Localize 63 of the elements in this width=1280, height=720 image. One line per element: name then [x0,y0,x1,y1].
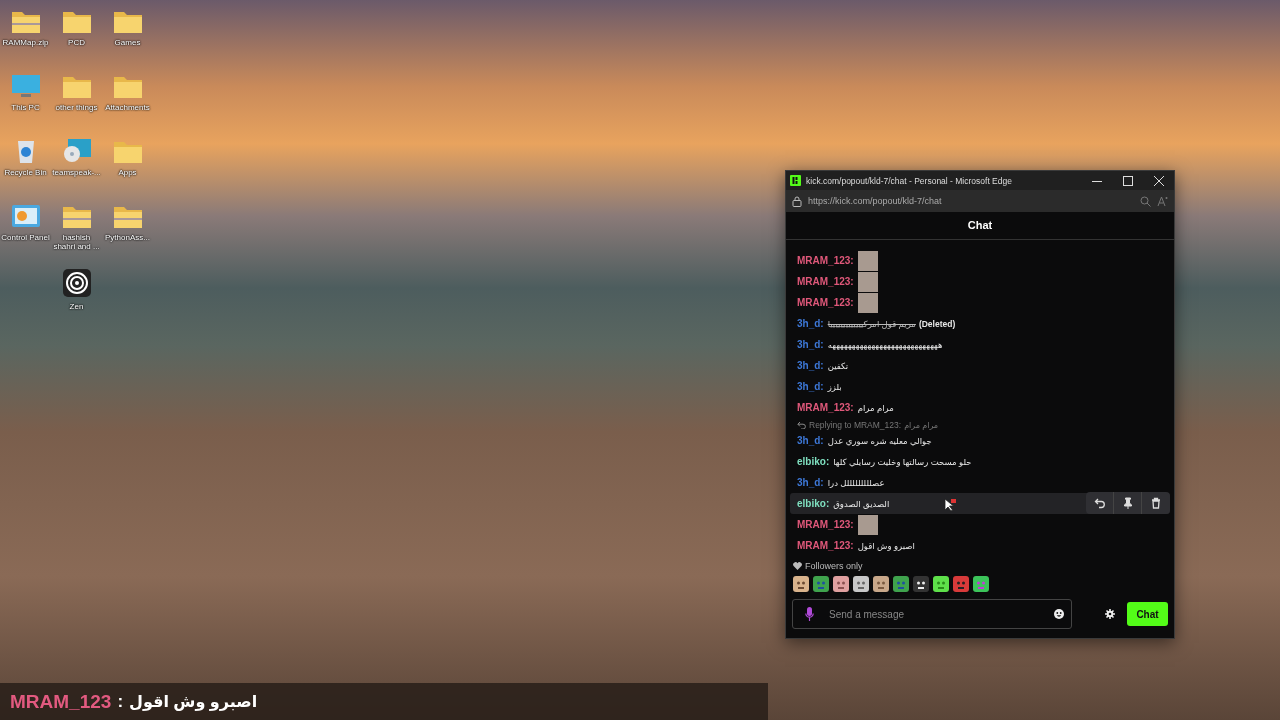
reply-label: Replying to MRAM_123: [809,420,902,430]
username[interactable]: MRAM_123: [797,402,854,413]
username[interactable]: 3h_d: [797,381,824,392]
cursor-icon [944,498,956,511]
caption-separator: : [117,691,124,712]
read-aloud-icon[interactable] [1157,195,1168,207]
username[interactable]: elbiko: [797,456,830,467]
username[interactable]: elbiko: [797,498,830,509]
message-text: اصبرو وش اقول [857,540,915,551]
username[interactable]: 3h_d: [797,318,824,329]
window-title: kick.com/popout/kld-7/chat - Personal - Microsoft Edge [806,175,1013,186]
desktop-icon-label[interactable]: Control Panel [1,233,50,243]
message-input[interactable]: Send a message [792,599,1072,629]
zoom-icon[interactable] [1140,195,1151,207]
message-text: بلزز [827,381,842,392]
caption-username: MRAM_123 [10,690,112,713]
reply-quote: مرام مرام [904,420,939,430]
microphone-icon[interactable] [805,607,814,621]
message-text: جوالي معليه شره سوري عدل [827,435,932,446]
control-panel-icon[interactable] [10,203,41,229]
image-placeholder [857,271,878,292]
logo-icon [790,175,801,186]
username[interactable]: MRAM_123: [797,540,854,551]
followers-only-label: Followers only [805,561,863,571]
username[interactable]: MRAM_123: [797,276,854,287]
chat-header: Chat [786,212,1174,240]
settings-icon[interactable] [1105,609,1115,619]
message-text: الصديق الصدوق [833,498,890,509]
username[interactable]: 3h_d: [797,435,824,446]
username[interactable]: 3h_d: [797,477,824,488]
desktop-icon-label[interactable]: Zen [69,302,84,312]
desktop-icon-label[interactable]: Recycle Bin [4,168,47,178]
username[interactable]: MRAM_123: [797,297,854,308]
monitor-icon[interactable] [10,73,41,99]
lock-icon [792,195,802,207]
desktop-icon-label[interactable]: PythonAss... [105,233,150,243]
message-text: عصلللللللللل درا [827,477,885,488]
desktop-icon-label[interactable]: RAMMap.zip [2,38,49,48]
spiral-icon[interactable] [61,268,92,298]
message-text: ههههههههههههههههههههههههههههه [827,339,943,350]
username[interactable]: MRAM_123: [797,519,854,530]
desktop-icon-label[interactable]: hashish shahri and ... [51,233,102,252]
username[interactable]: 3h_d: [797,360,824,371]
emoji-icon[interactable] [1054,609,1064,619]
image-placeholder [857,514,878,535]
username[interactable]: 3h_d: [797,339,824,350]
heart-icon [793,562,802,570]
emote-icon[interactable] [913,576,929,592]
deleted-label: (Deleted) [918,318,956,329]
message-text: مريم قول امركيييييييييييييا [827,318,916,329]
desktop-icon-label[interactable]: Games [114,38,141,48]
image-placeholder [857,250,878,271]
username[interactable]: MRAM_123: [797,255,854,266]
message-text: مرام مرام [857,402,894,413]
reply-arrow-icon [797,421,806,429]
chat-send-button[interactable]: Chat [1127,602,1168,626]
message-text: تكفين [827,360,849,371]
image-placeholder [857,292,878,313]
caption-text: اصبرو وش اقول [129,692,258,711]
url-text[interactable]: https://kick.com/popout/kld-7/chat [808,196,1134,206]
disc-icon[interactable] [61,138,92,164]
message-text: حلو مسحت رسالتها وخليت رسايلي كلها [833,456,972,467]
desktop-icon-label[interactable]: PCD [68,38,85,48]
